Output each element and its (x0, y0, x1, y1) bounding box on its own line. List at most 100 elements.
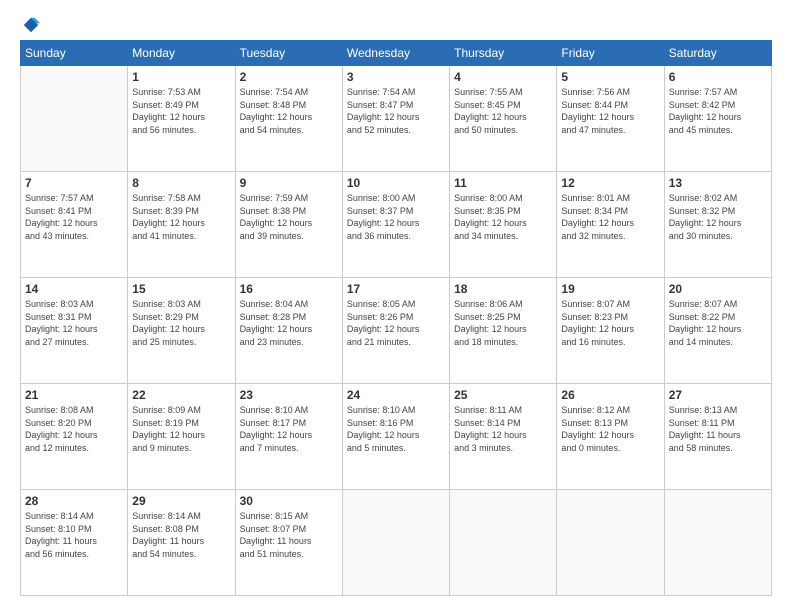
day-number: 16 (240, 282, 338, 296)
calendar-cell: 22 Sunrise: 8:09 AM Sunset: 8:19 PM Dayli… (128, 384, 235, 490)
week-row-4: 21Sunrise: 8:08 AM Sunset: 8:20 PM Dayli… (21, 384, 772, 490)
day-info: Sunrise: 8:12 AM Sunset: 8:13 PM Dayligh… (561, 404, 659, 454)
day-number: 26 (561, 388, 659, 402)
calendar-cell: 29 Sunrise: 8:14 AM Sunset: 8:08 PM Dayli… (128, 490, 235, 596)
day-number: 30 (240, 494, 338, 508)
page: SundayMondayTuesdayWednesdayThursdayFrid… (0, 0, 792, 612)
day-info: Sunrise: 7:54 AM Sunset: 8:48 PM Dayligh… (240, 86, 338, 136)
day-number: 18 (454, 282, 552, 296)
logo (20, 16, 40, 30)
calendar-cell: 10 Sunrise: 8:00 AM Sunset: 8:37 PM Dayli… (342, 172, 449, 278)
calendar-cell: 19 Sunrise: 8:07 AM Sunset: 8:23 PM Dayli… (557, 278, 664, 384)
day-info: Sunrise: 7:59 AM Sunset: 8:38 PM Dayligh… (240, 192, 338, 242)
day-info: Sunrise: 8:07 AM Sunset: 8:23 PM Dayligh… (561, 298, 659, 348)
header (20, 16, 772, 30)
day-info: Sunrise: 7:53 AM Sunset: 8:49 PM Dayligh… (132, 86, 230, 136)
week-row-5: 28 Sunrise: 8:14 AM Sunset: 8:10 PM Dayli… (21, 490, 772, 596)
day-info: Sunrise: 8:10 AM Sunset: 8:16 PM Dayligh… (347, 404, 445, 454)
calendar-cell (450, 490, 557, 596)
weekday-header-saturday: Saturday (664, 41, 771, 66)
weekday-header-monday: Monday (128, 41, 235, 66)
day-number: 29 (132, 494, 230, 508)
day-info: Sunrise: 8:11 AM Sunset: 8:14 PM Dayligh… (454, 404, 552, 454)
week-row-2: 7 Sunrise: 7:57 AM Sunset: 8:41 PM Daylig… (21, 172, 772, 278)
calendar-cell: 7 Sunrise: 7:57 AM Sunset: 8:41 PM Daylig… (21, 172, 128, 278)
calendar-cell: 25 Sunrise: 8:11 AM Sunset: 8:14 PM Dayli… (450, 384, 557, 490)
day-info: Sunrise: 7:58 AM Sunset: 8:39 PM Dayligh… (132, 192, 230, 242)
day-info: Sunrise: 7:57 AM Sunset: 8:41 PM Dayligh… (25, 192, 123, 242)
calendar-cell: 24 Sunrise: 8:10 AM Sunset: 8:16 PM Dayli… (342, 384, 449, 490)
calendar-cell: 18Sunrise: 8:06 AM Sunset: 8:25 PM Dayli… (450, 278, 557, 384)
calendar-cell (21, 66, 128, 172)
calendar-cell: 13 Sunrise: 8:02 AM Sunset: 8:32 PM Dayli… (664, 172, 771, 278)
day-number: 8 (132, 176, 230, 190)
calendar-cell: 26 Sunrise: 8:12 AM Sunset: 8:13 PM Dayli… (557, 384, 664, 490)
day-number: 27 (669, 388, 767, 402)
day-number: 4 (454, 70, 552, 84)
calendar-cell: 5Sunrise: 7:56 AM Sunset: 8:44 PM Daylig… (557, 66, 664, 172)
day-number: 17 (347, 282, 445, 296)
day-number: 20 (669, 282, 767, 296)
day-info: Sunrise: 7:55 AM Sunset: 8:45 PM Dayligh… (454, 86, 552, 136)
day-info: Sunrise: 8:00 AM Sunset: 8:37 PM Dayligh… (347, 192, 445, 242)
calendar-cell (342, 490, 449, 596)
calendar: SundayMondayTuesdayWednesdayThursdayFrid… (20, 40, 772, 596)
week-row-1: 1 Sunrise: 7:53 AM Sunset: 8:49 PM Daylig… (21, 66, 772, 172)
week-row-3: 14 Sunrise: 8:03 AM Sunset: 8:31 PM Dayli… (21, 278, 772, 384)
day-info: Sunrise: 8:09 AM Sunset: 8:19 PM Dayligh… (132, 404, 230, 454)
calendar-cell: 6 Sunrise: 7:57 AM Sunset: 8:42 PM Daylig… (664, 66, 771, 172)
day-info: Sunrise: 7:57 AM Sunset: 8:42 PM Dayligh… (669, 86, 767, 136)
day-info: Sunrise: 8:00 AM Sunset: 8:35 PM Dayligh… (454, 192, 552, 242)
calendar-cell: 4 Sunrise: 7:55 AM Sunset: 8:45 PM Daylig… (450, 66, 557, 172)
day-info: Sunrise: 8:14 AM Sunset: 8:10 PM Dayligh… (25, 510, 123, 560)
weekday-header-thursday: Thursday (450, 41, 557, 66)
day-number: 3 (347, 70, 445, 84)
day-info: Sunrise: 8:07 AM Sunset: 8:22 PM Dayligh… (669, 298, 767, 348)
calendar-cell: 23 Sunrise: 8:10 AM Sunset: 8:17 PM Dayli… (235, 384, 342, 490)
weekday-header-wednesday: Wednesday (342, 41, 449, 66)
day-info: Sunrise: 8:03 AM Sunset: 8:29 PM Dayligh… (132, 298, 230, 348)
day-info: Sunrise: 8:10 AM Sunset: 8:17 PM Dayligh… (240, 404, 338, 454)
day-info: Sunrise: 8:08 AM Sunset: 8:20 PM Dayligh… (25, 404, 123, 454)
day-info: Sunrise: 8:14 AM Sunset: 8:08 PM Dayligh… (132, 510, 230, 560)
day-info: Sunrise: 8:15 AM Sunset: 8:07 PM Dayligh… (240, 510, 338, 560)
day-info: Sunrise: 8:13 AM Sunset: 8:11 PM Dayligh… (669, 404, 767, 454)
day-number: 14 (25, 282, 123, 296)
logo-icon (22, 16, 40, 34)
day-number: 22 (132, 388, 230, 402)
calendar-cell: 15Sunrise: 8:03 AM Sunset: 8:29 PM Dayli… (128, 278, 235, 384)
day-number: 2 (240, 70, 338, 84)
calendar-cell: 30 Sunrise: 8:15 AM Sunset: 8:07 PM Dayli… (235, 490, 342, 596)
day-number: 23 (240, 388, 338, 402)
day-number: 9 (240, 176, 338, 190)
day-number: 13 (669, 176, 767, 190)
day-number: 24 (347, 388, 445, 402)
calendar-cell: 16 Sunrise: 8:04 AM Sunset: 8:28 PM Dayli… (235, 278, 342, 384)
day-number: 1 (132, 70, 230, 84)
day-info: Sunrise: 7:56 AM Sunset: 8:44 PM Dayligh… (561, 86, 659, 136)
calendar-cell: 27 Sunrise: 8:13 AM Sunset: 8:11 PM Dayli… (664, 384, 771, 490)
day-info: Sunrise: 8:03 AM Sunset: 8:31 PM Dayligh… (25, 298, 123, 348)
day-number: 25 (454, 388, 552, 402)
calendar-cell: 2 Sunrise: 7:54 AM Sunset: 8:48 PM Daylig… (235, 66, 342, 172)
day-number: 10 (347, 176, 445, 190)
day-info: Sunrise: 8:04 AM Sunset: 8:28 PM Dayligh… (240, 298, 338, 348)
day-info: Sunrise: 8:05 AM Sunset: 8:26 PM Dayligh… (347, 298, 445, 348)
calendar-cell: 3 Sunrise: 7:54 AM Sunset: 8:47 PM Daylig… (342, 66, 449, 172)
weekday-header-friday: Friday (557, 41, 664, 66)
day-info: Sunrise: 7:54 AM Sunset: 8:47 PM Dayligh… (347, 86, 445, 136)
calendar-cell: 28 Sunrise: 8:14 AM Sunset: 8:10 PM Dayli… (21, 490, 128, 596)
weekday-header-row: SundayMondayTuesdayWednesdayThursdayFrid… (21, 41, 772, 66)
day-number: 19 (561, 282, 659, 296)
calendar-cell: 1 Sunrise: 7:53 AM Sunset: 8:49 PM Daylig… (128, 66, 235, 172)
calendar-cell (664, 490, 771, 596)
day-number: 6 (669, 70, 767, 84)
day-info: Sunrise: 8:02 AM Sunset: 8:32 PM Dayligh… (669, 192, 767, 242)
day-number: 28 (25, 494, 123, 508)
calendar-cell: 17 Sunrise: 8:05 AM Sunset: 8:26 PM Dayli… (342, 278, 449, 384)
calendar-cell: 9 Sunrise: 7:59 AM Sunset: 8:38 PM Daylig… (235, 172, 342, 278)
calendar-cell: 8 Sunrise: 7:58 AM Sunset: 8:39 PM Daylig… (128, 172, 235, 278)
day-number: 7 (25, 176, 123, 190)
calendar-cell: 11Sunrise: 8:00 AM Sunset: 8:35 PM Dayli… (450, 172, 557, 278)
weekday-header-sunday: Sunday (21, 41, 128, 66)
